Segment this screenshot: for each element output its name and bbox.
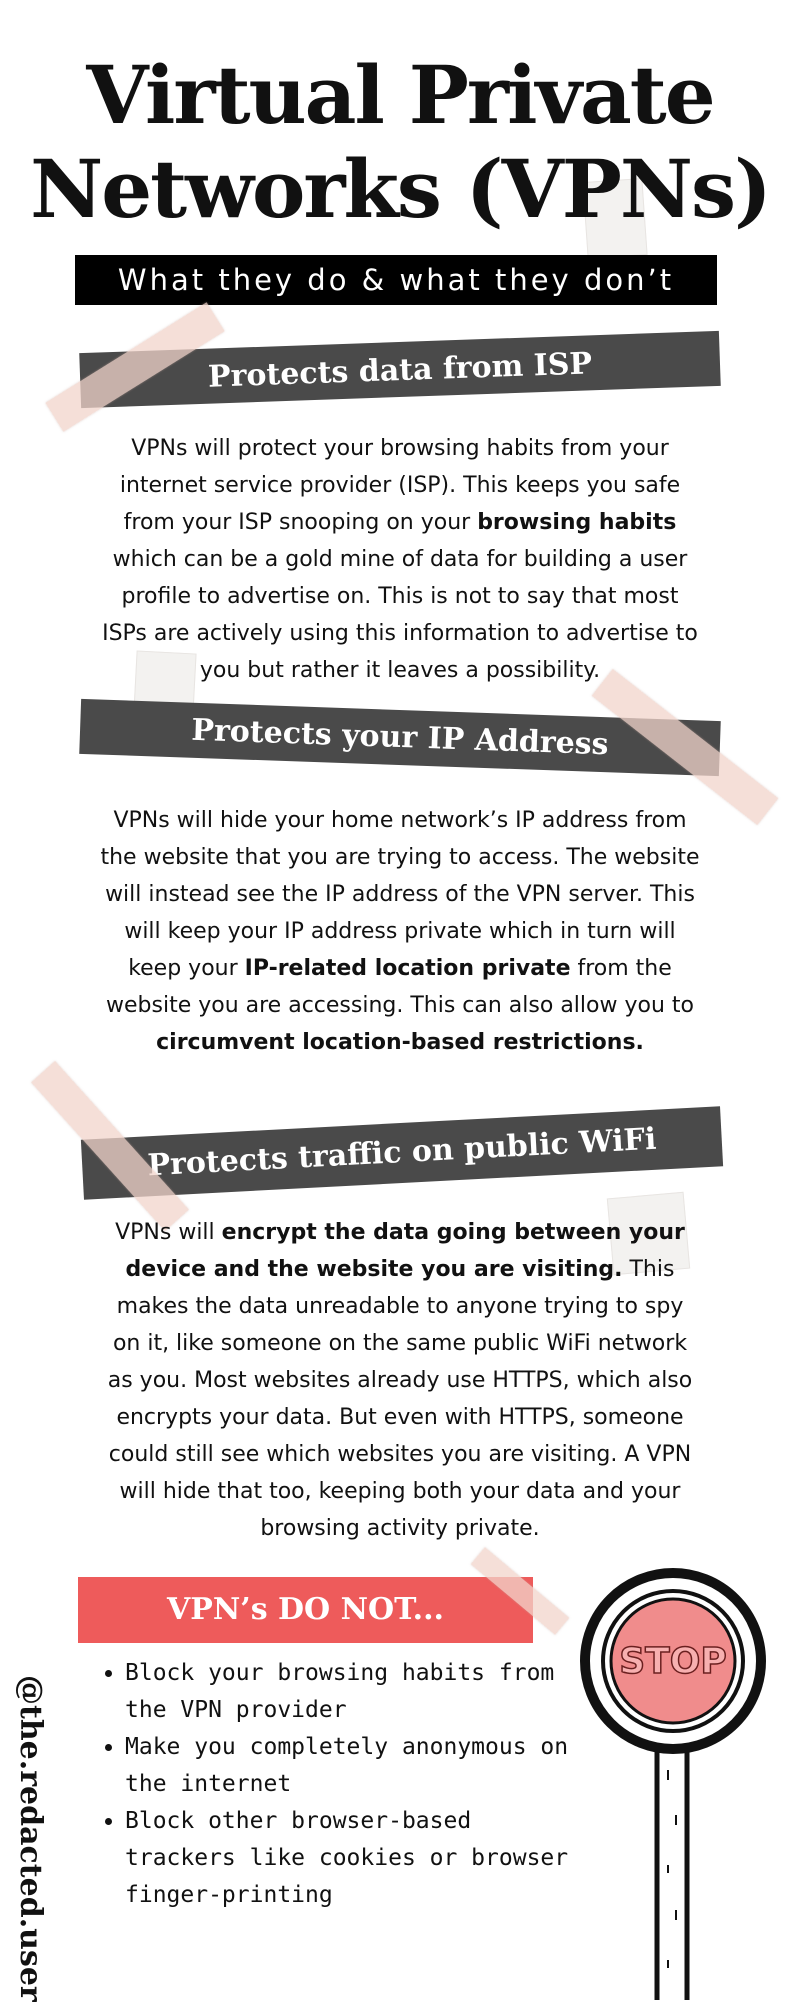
stop-sign-illustration: STOP [580, 1568, 766, 2000]
donot-item: Block other browser-based trackers like … [125, 1803, 585, 1914]
donot-item: Make you completely anonymous on the int… [125, 1729, 585, 1803]
section-text-isp: VPNs will protect your browsing habits f… [100, 430, 700, 689]
emphasis-text: browsing habits [477, 510, 677, 535]
donot-heading: VPN’s DO NOT... [78, 1577, 533, 1643]
stop-sign-text: STOP [619, 1641, 726, 1682]
subtitle-bar: What they do & what they don’t [75, 255, 717, 305]
body-text: VPNs will [115, 1220, 222, 1245]
body-text: This makes the data unreadable to anyone… [107, 1257, 693, 1541]
section-text-ip: VPNs will hide your home network’s IP ad… [100, 802, 700, 1061]
donot-item: Block your browsing habits from the VPN … [125, 1655, 585, 1729]
section-text-wifi: VPNs will encrypt the data going between… [100, 1214, 700, 1547]
title-line-2: Networks (VPNs) [30, 142, 772, 236]
stop-sign-pole [654, 1742, 690, 2000]
emphasis-text: IP-related location private [244, 956, 571, 981]
body-text: which can be a gold mine of data for bui… [102, 547, 698, 683]
title-line-1: Virtual Private [86, 48, 715, 142]
page-title: Virtual Private Networks (VPNs) [0, 48, 800, 236]
author-handle: @the.redacted.user [13, 1675, 48, 2002]
section-heading-wifi: Protects traffic on public WiFi [80, 1106, 724, 1200]
emphasis-text: circumvent location-based restrictions. [156, 1030, 644, 1055]
donot-list: Block your browsing habits from the VPN … [95, 1655, 585, 1914]
